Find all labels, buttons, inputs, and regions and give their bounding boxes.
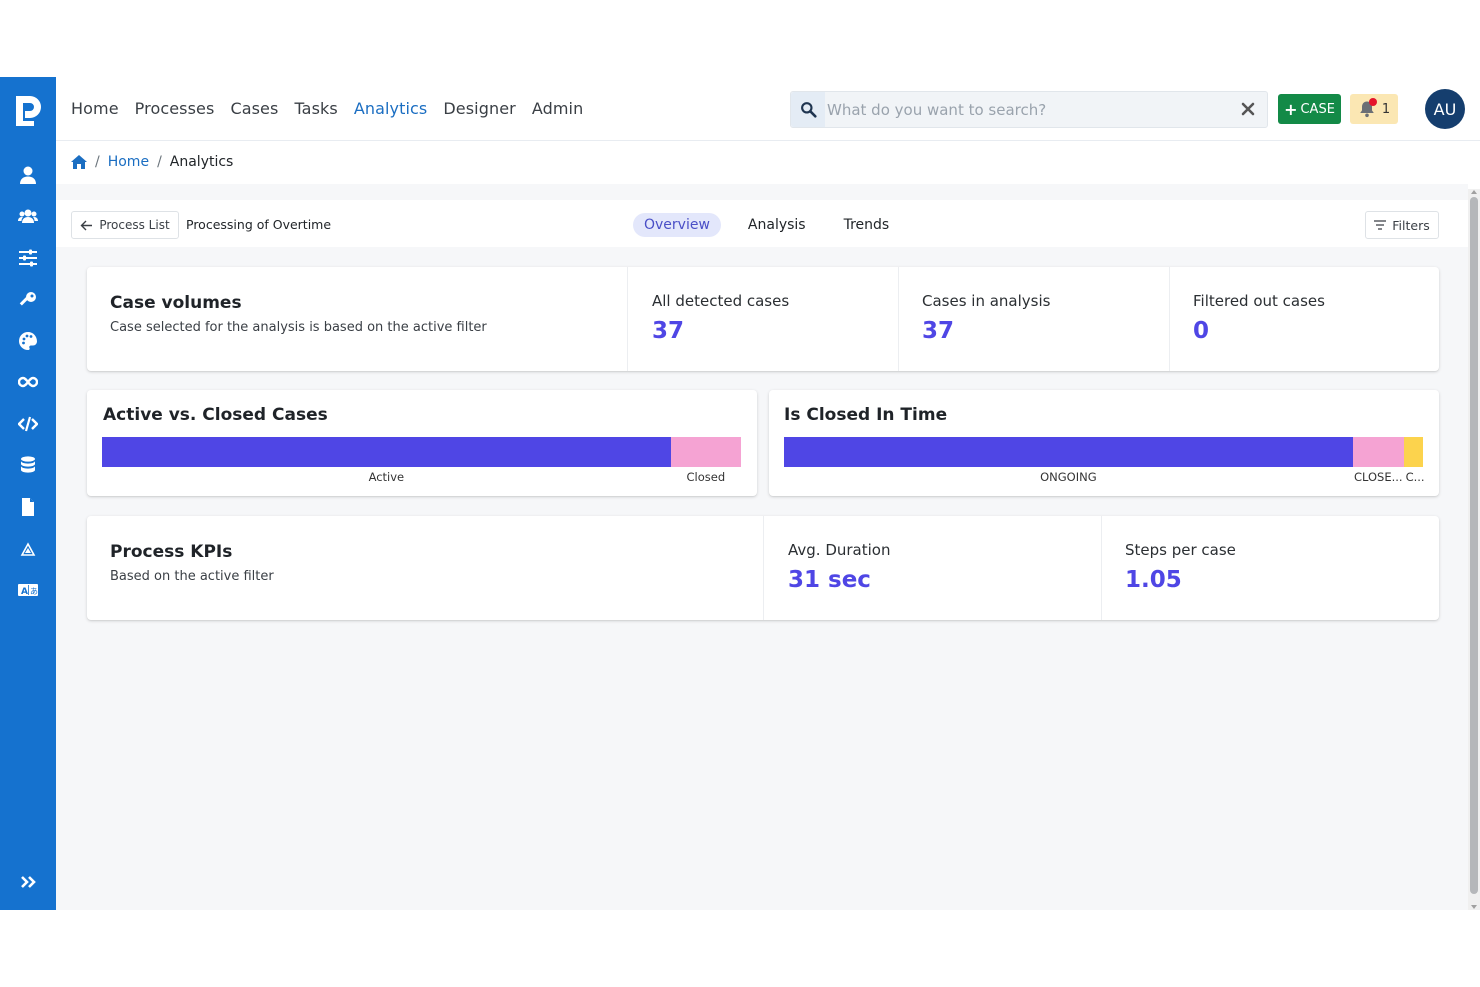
- user-icon[interactable]: [14, 161, 42, 189]
- translate-icon[interactable]: Aあ: [14, 576, 42, 604]
- tab-analysis[interactable]: Analysis: [737, 213, 817, 237]
- main-nav: Home Processes Cases Tasks Analytics Des…: [71, 99, 583, 118]
- triangle-icon[interactable]: [14, 536, 42, 564]
- chevrons-right-icon[interactable]: [14, 868, 42, 896]
- metric-value: 0: [1193, 318, 1210, 344]
- bar-segment[interactable]: [784, 437, 1353, 467]
- bar-segment-label: Closed: [686, 470, 726, 484]
- database-icon[interactable]: [14, 451, 42, 479]
- metric-value: 37: [652, 318, 685, 344]
- plus-icon: +: [1284, 99, 1298, 119]
- scrollbar[interactable]: [1468, 189, 1480, 910]
- filters-button[interactable]: Filters: [1365, 211, 1439, 239]
- metric-label: Filtered out cases: [1193, 292, 1325, 310]
- nav-item-home[interactable]: Home: [71, 99, 119, 118]
- back-to-process-list-button[interactable]: Process List: [71, 211, 179, 239]
- filter-lines-icon: [1374, 220, 1387, 230]
- svg-text:あ: あ: [30, 587, 38, 596]
- search-input[interactable]: [827, 98, 1227, 122]
- kpi-steps-per-case: Steps per case 1.05: [1101, 516, 1439, 620]
- bar-segment-label: Active: [368, 470, 405, 484]
- nav-item-admin[interactable]: Admin: [532, 99, 584, 118]
- app-window: Aあ Home Processes Cases Tasks Analytics …: [0, 77, 1480, 910]
- file-icon[interactable]: [14, 493, 42, 521]
- kpi-label: Avg. Duration: [788, 541, 891, 559]
- new-case-label: CASE: [1300, 101, 1335, 117]
- kpi-label: Steps per case: [1125, 541, 1236, 559]
- global-search: [790, 91, 1268, 128]
- app-logo[interactable]: [12, 94, 44, 128]
- divider: [56, 184, 1468, 200]
- sidebar: Aあ: [0, 77, 56, 910]
- kpi-avg-duration: Avg. Duration 31 sec: [763, 516, 1101, 620]
- arrow-left-icon: [80, 220, 93, 230]
- key-icon[interactable]: [14, 286, 42, 314]
- closed-in-time-card: Is Closed In Time ONGOING CLOSE... C...: [769, 390, 1439, 496]
- active-closed-bar[interactable]: [102, 437, 741, 467]
- case-volumes-title: Case volumes: [110, 293, 242, 313]
- bar-segment-label: ONGOING: [1040, 470, 1097, 484]
- nav-item-cases[interactable]: Cases: [230, 99, 278, 118]
- code-icon[interactable]: [14, 410, 42, 438]
- close-icon[interactable]: [1241, 102, 1255, 116]
- notifications-button[interactable]: 1: [1350, 94, 1398, 124]
- scrollbar-thumb[interactable]: [1470, 197, 1478, 894]
- breadcrumb-home-link[interactable]: Home: [108, 154, 149, 170]
- tab-overview[interactable]: Overview: [633, 213, 721, 237]
- bell-icon: [1358, 98, 1377, 118]
- kpi-value: 1.05: [1125, 567, 1182, 593]
- active-closed-card: Active vs. Closed Cases Active Closed: [87, 390, 757, 496]
- case-volumes-card: Case volumes Case selected for the analy…: [87, 267, 1439, 371]
- kpi-value: 31 sec: [788, 567, 871, 593]
- metric-label: All detected cases: [652, 292, 790, 310]
- bar-segment-label: C...: [1405, 470, 1425, 484]
- home-icon[interactable]: [71, 155, 87, 169]
- nav-item-designer[interactable]: Designer: [443, 99, 515, 118]
- svg-text:A: A: [21, 587, 28, 597]
- process-name: Processing of Overtime: [186, 217, 332, 232]
- breadcrumb: / Home / Analytics: [71, 154, 233, 170]
- metric-value: 37: [922, 318, 955, 344]
- tab-trends[interactable]: Trends: [833, 213, 901, 237]
- new-case-button[interactable]: + CASE: [1278, 94, 1341, 124]
- case-volumes-subtitle: Case selected for the analysis is based …: [110, 320, 487, 335]
- process-kpis-title: Process KPIs: [110, 542, 233, 562]
- closed-in-time-bar[interactable]: [784, 437, 1423, 467]
- nav-item-analytics[interactable]: Analytics: [354, 99, 428, 118]
- palette-icon[interactable]: [14, 327, 42, 355]
- bar-segment[interactable]: [1403, 437, 1423, 467]
- nav-item-processes[interactable]: Processes: [135, 99, 215, 118]
- top-navbar: Home Processes Cases Tasks Analytics Des…: [56, 77, 1480, 141]
- view-tabs: Overview Analysis Trends: [633, 213, 900, 237]
- search-icon[interactable]: [791, 92, 825, 127]
- breadcrumb-current: Analytics: [169, 154, 234, 170]
- closed-in-time-title: Is Closed In Time: [784, 405, 948, 425]
- process-kpis-card: Process KPIs Based on the active filter …: [87, 516, 1439, 620]
- nav-item-tasks[interactable]: Tasks: [294, 99, 337, 118]
- back-button-label: Process List: [99, 218, 170, 232]
- process-kpis-subtitle: Based on the active filter: [110, 569, 274, 584]
- sliders-icon[interactable]: [14, 244, 42, 272]
- metric-all-detected: All detected cases 37: [627, 267, 898, 371]
- bar-segment[interactable]: [1352, 437, 1404, 467]
- users-icon[interactable]: [14, 202, 42, 230]
- notification-count: 1: [1381, 101, 1391, 117]
- metric-filtered-out: Filtered out cases 0: [1169, 267, 1439, 371]
- metric-in-analysis: Cases in analysis 37: [898, 267, 1169, 371]
- analytics-toolbar: Process List Processing of Overtime Over…: [56, 201, 1468, 247]
- infinity-icon[interactable]: [14, 368, 42, 396]
- bar-segment[interactable]: [670, 437, 741, 467]
- active-closed-title: Active vs. Closed Cases: [103, 405, 328, 425]
- bar-segment[interactable]: [102, 437, 671, 467]
- avatar[interactable]: AU: [1425, 89, 1465, 129]
- metric-label: Cases in analysis: [922, 292, 1051, 310]
- filters-label: Filters: [1392, 217, 1430, 233]
- bar-segment-label: CLOSE...: [1353, 470, 1403, 484]
